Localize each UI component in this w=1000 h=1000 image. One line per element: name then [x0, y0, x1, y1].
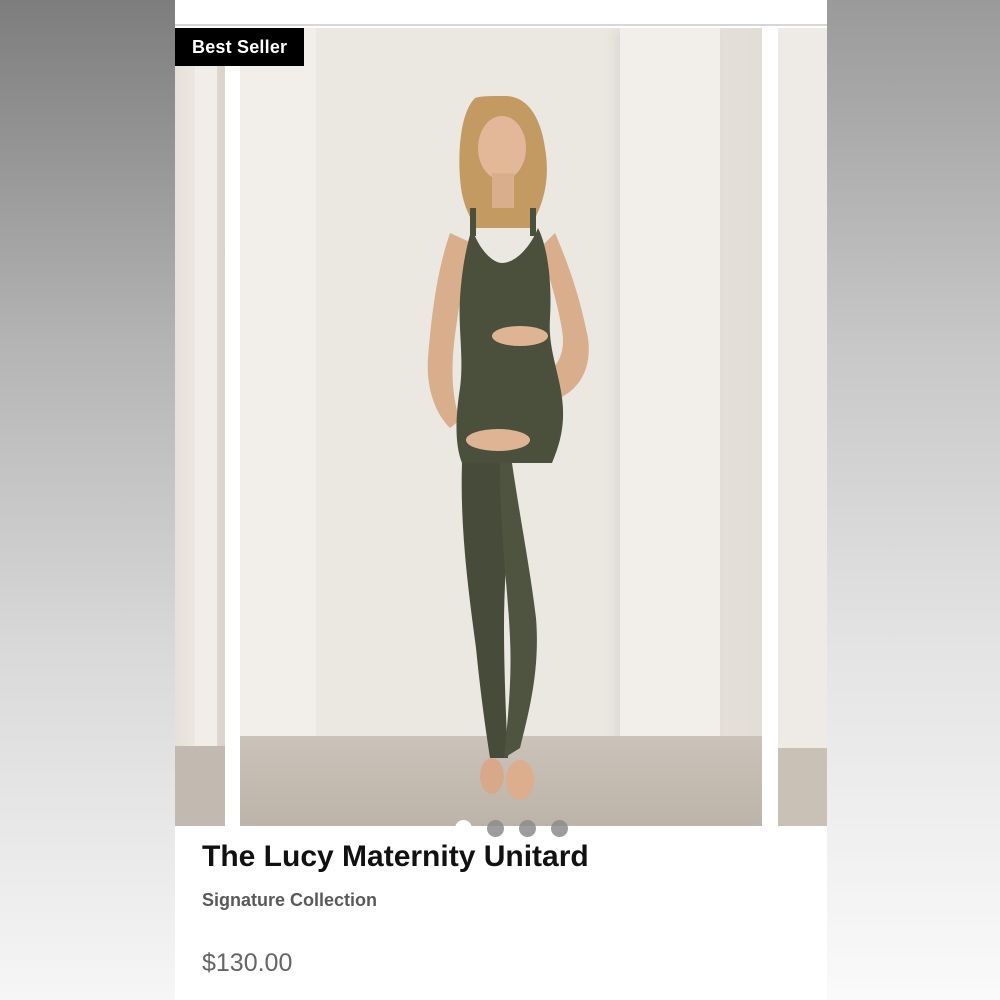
- model-figure: [427, 96, 589, 800]
- pagination-dot-3[interactable]: [519, 820, 536, 837]
- pagination-dot-4[interactable]: [551, 820, 568, 837]
- product-price: $130.00: [202, 949, 293, 977]
- wall-panel-right: [620, 28, 720, 753]
- background-blur-left: [0, 0, 175, 1000]
- floor: [778, 748, 827, 826]
- carousel-slide-previous[interactable]: [175, 28, 225, 826]
- product-card[interactable]: Best Seller The Lucy Maternity Unitard S…: [175, 0, 827, 1000]
- product-collection: Signature Collection: [202, 890, 378, 910]
- carousel-pagination[interactable]: [455, 820, 568, 838]
- image-carousel[interactable]: [175, 28, 827, 837]
- best-seller-badge: Best Seller: [175, 28, 305, 66]
- floor: [175, 746, 225, 826]
- wall-pillar: [195, 28, 217, 746]
- pagination-dot-1[interactable]: [455, 820, 472, 837]
- carousel-slide-next[interactable]: [778, 28, 827, 826]
- product-title[interactable]: The Lucy Maternity Unitard: [202, 840, 589, 874]
- product-model-image[interactable]: [380, 68, 620, 808]
- wall-panel-left: [240, 28, 316, 746]
- product-info: The Lucy Maternity Unitard Signature Col…: [202, 840, 589, 978]
- carousel-slide-current[interactable]: [240, 28, 762, 826]
- background-blur-right: [827, 0, 1000, 1000]
- pagination-dot-2[interactable]: [487, 820, 504, 837]
- top-divider: [175, 24, 827, 26]
